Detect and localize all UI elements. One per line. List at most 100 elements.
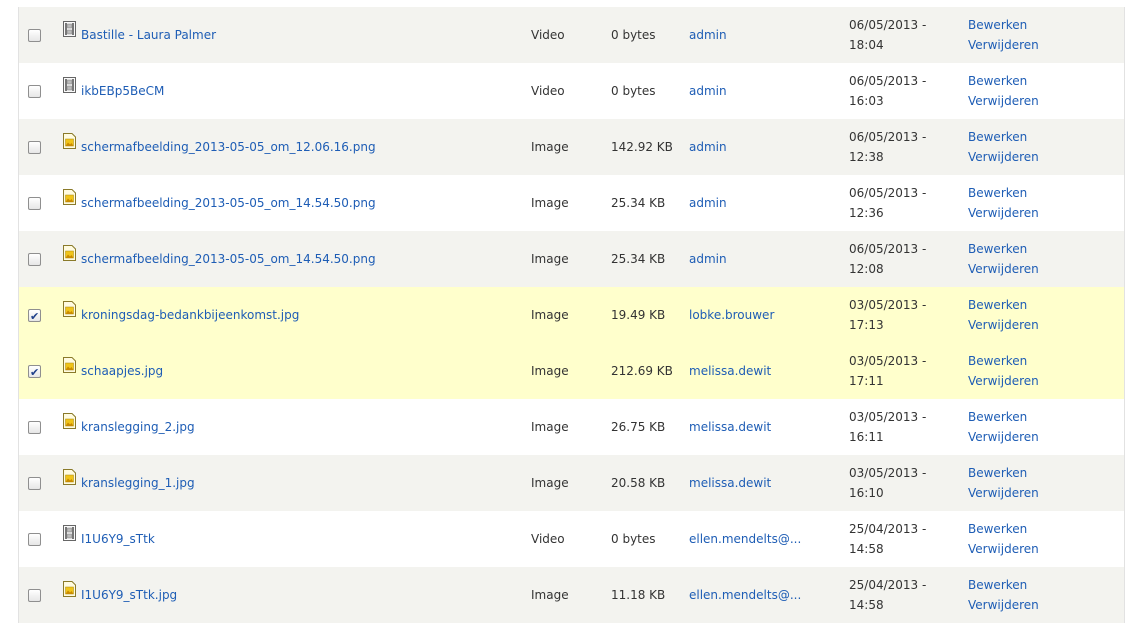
image-file-icon (63, 357, 76, 373)
table-row: Bastille - Laura Palmer Video 0 bytes ad… (19, 7, 1124, 63)
user-link[interactable]: admin (689, 28, 727, 42)
type-cell: Image (531, 119, 611, 175)
operations-cell: Bewerken Verwijderen (968, 7, 1124, 63)
delete-link[interactable]: Verwijderen (968, 91, 1124, 111)
delete-link[interactable]: Verwijderen (968, 259, 1124, 279)
date-text: 03/05/2013 - (849, 410, 927, 424)
image-file-icon (63, 189, 76, 205)
name-cell: I1U6Y9_sTtk (61, 511, 531, 567)
file-name-link[interactable]: kranslegging_2.jpg (81, 420, 195, 434)
row-checkbox[interactable] (28, 421, 41, 434)
image-file-icon (63, 301, 76, 317)
row-checkbox[interactable] (28, 533, 41, 546)
edit-link[interactable]: Bewerken (968, 295, 1124, 315)
image-file-icon (63, 469, 76, 485)
date-text: 03/05/2013 - (849, 298, 927, 312)
date-cell: 03/05/2013 - 16:10 (849, 455, 968, 511)
table-row: schermafbeelding_2013-05-05_om_12.06.16.… (19, 119, 1124, 175)
row-checkbox[interactable] (28, 197, 41, 210)
user-link[interactable]: admin (689, 84, 727, 98)
select-cell (19, 287, 61, 343)
user-cell: melissa.dewit (689, 343, 849, 399)
user-link[interactable]: melissa.dewit (689, 420, 771, 434)
date-cell: 03/05/2013 - 17:11 (849, 343, 968, 399)
user-link[interactable]: ellen.mendelts@... (689, 588, 801, 602)
row-checkbox[interactable] (28, 589, 41, 602)
edit-link[interactable]: Bewerken (968, 71, 1124, 91)
name-cell: schermafbeelding_2013-05-05_om_12.06.16.… (61, 119, 531, 175)
edit-link[interactable]: Bewerken (968, 351, 1124, 371)
row-checkbox[interactable] (28, 363, 41, 383)
name-cell: kranslegging_1.jpg (61, 455, 531, 511)
file-name-link[interactable]: schermafbeelding_2013-05-05_om_14.54.50.… (81, 252, 376, 266)
file-list: Bastille - Laura Palmer Video 0 bytes ad… (18, 7, 1125, 623)
operations-cell: Bewerken Verwijderen (968, 231, 1124, 287)
edit-link[interactable]: Bewerken (968, 239, 1124, 259)
user-link[interactable]: admin (689, 252, 727, 266)
date-cell: 25/04/2013 - 14:58 (849, 511, 968, 567)
user-link[interactable]: lobke.brouwer (689, 308, 774, 322)
time-text: 18:04 (849, 38, 884, 52)
row-checkbox[interactable] (28, 29, 41, 42)
size-cell: 20.58 KB (611, 455, 689, 511)
delete-link[interactable]: Verwijderen (968, 371, 1124, 391)
date-cell: 06/05/2013 - 12:36 (849, 175, 968, 231)
user-cell: admin (689, 119, 849, 175)
name-cell: Bastille - Laura Palmer (61, 7, 531, 63)
row-checkbox[interactable] (28, 307, 41, 327)
user-link[interactable]: melissa.dewit (689, 364, 771, 378)
delete-link[interactable]: Verwijderen (968, 427, 1124, 447)
file-name-link[interactable]: Bastille - Laura Palmer (81, 28, 216, 42)
video-file-icon (63, 525, 76, 541)
row-checkbox[interactable] (28, 85, 41, 98)
file-name-link[interactable]: schermafbeelding_2013-05-05_om_12.06.16.… (81, 140, 376, 154)
date-cell: 06/05/2013 - 12:38 (849, 119, 968, 175)
time-text: 17:11 (849, 374, 884, 388)
time-text: 14:58 (849, 598, 884, 612)
type-cell: Image (531, 455, 611, 511)
select-cell (19, 343, 61, 399)
video-file-icon (63, 21, 76, 37)
delete-link[interactable]: Verwijderen (968, 539, 1124, 559)
edit-link[interactable]: Bewerken (968, 15, 1124, 35)
size-cell: 25.34 KB (611, 231, 689, 287)
user-link[interactable]: ellen.mendelts@... (689, 532, 801, 546)
file-name-link[interactable]: kroningsdag-bedankbijeenkomst.jpg (81, 308, 299, 322)
row-checkbox[interactable] (28, 477, 41, 490)
delete-link[interactable]: Verwijderen (968, 35, 1124, 55)
file-name-link[interactable]: I1U6Y9_sTtk.jpg (81, 588, 177, 602)
edit-link[interactable]: Bewerken (968, 183, 1124, 203)
operations-cell: Bewerken Verwijderen (968, 63, 1124, 119)
edit-link[interactable]: Bewerken (968, 407, 1124, 427)
delete-link[interactable]: Verwijderen (968, 315, 1124, 335)
user-link[interactable]: admin (689, 140, 727, 154)
delete-link[interactable]: Verwijderen (968, 147, 1124, 167)
type-cell: Image (531, 399, 611, 455)
time-text: 16:10 (849, 486, 884, 500)
edit-link[interactable]: Bewerken (968, 463, 1124, 483)
user-cell: ellen.mendelts@... (689, 511, 849, 567)
user-cell: admin (689, 175, 849, 231)
row-checkbox[interactable] (28, 141, 41, 154)
select-cell (19, 63, 61, 119)
delete-link[interactable]: Verwijderen (968, 483, 1124, 503)
select-cell (19, 455, 61, 511)
delete-link[interactable]: Verwijderen (968, 203, 1124, 223)
type-cell: Video (531, 7, 611, 63)
file-name-link[interactable]: kranslegging_1.jpg (81, 476, 195, 490)
file-name-link[interactable]: ikbEBp5BeCM (81, 84, 164, 98)
user-link[interactable]: melissa.dewit (689, 476, 771, 490)
edit-link[interactable]: Bewerken (968, 575, 1124, 595)
delete-link[interactable]: Verwijderen (968, 595, 1124, 615)
date-cell: 03/05/2013 - 17:13 (849, 287, 968, 343)
table-row: kroningsdag-bedankbijeenkomst.jpg Image … (19, 287, 1124, 343)
time-text: 14:58 (849, 542, 884, 556)
edit-link[interactable]: Bewerken (968, 127, 1124, 147)
file-name-link[interactable]: schaapjes.jpg (81, 364, 163, 378)
file-name-link[interactable]: I1U6Y9_sTtk (81, 532, 155, 546)
edit-link[interactable]: Bewerken (968, 519, 1124, 539)
user-link[interactable]: admin (689, 196, 727, 210)
name-cell: schermafbeelding_2013-05-05_om_14.54.50.… (61, 175, 531, 231)
file-name-link[interactable]: schermafbeelding_2013-05-05_om_14.54.50.… (81, 196, 376, 210)
row-checkbox[interactable] (28, 253, 41, 266)
